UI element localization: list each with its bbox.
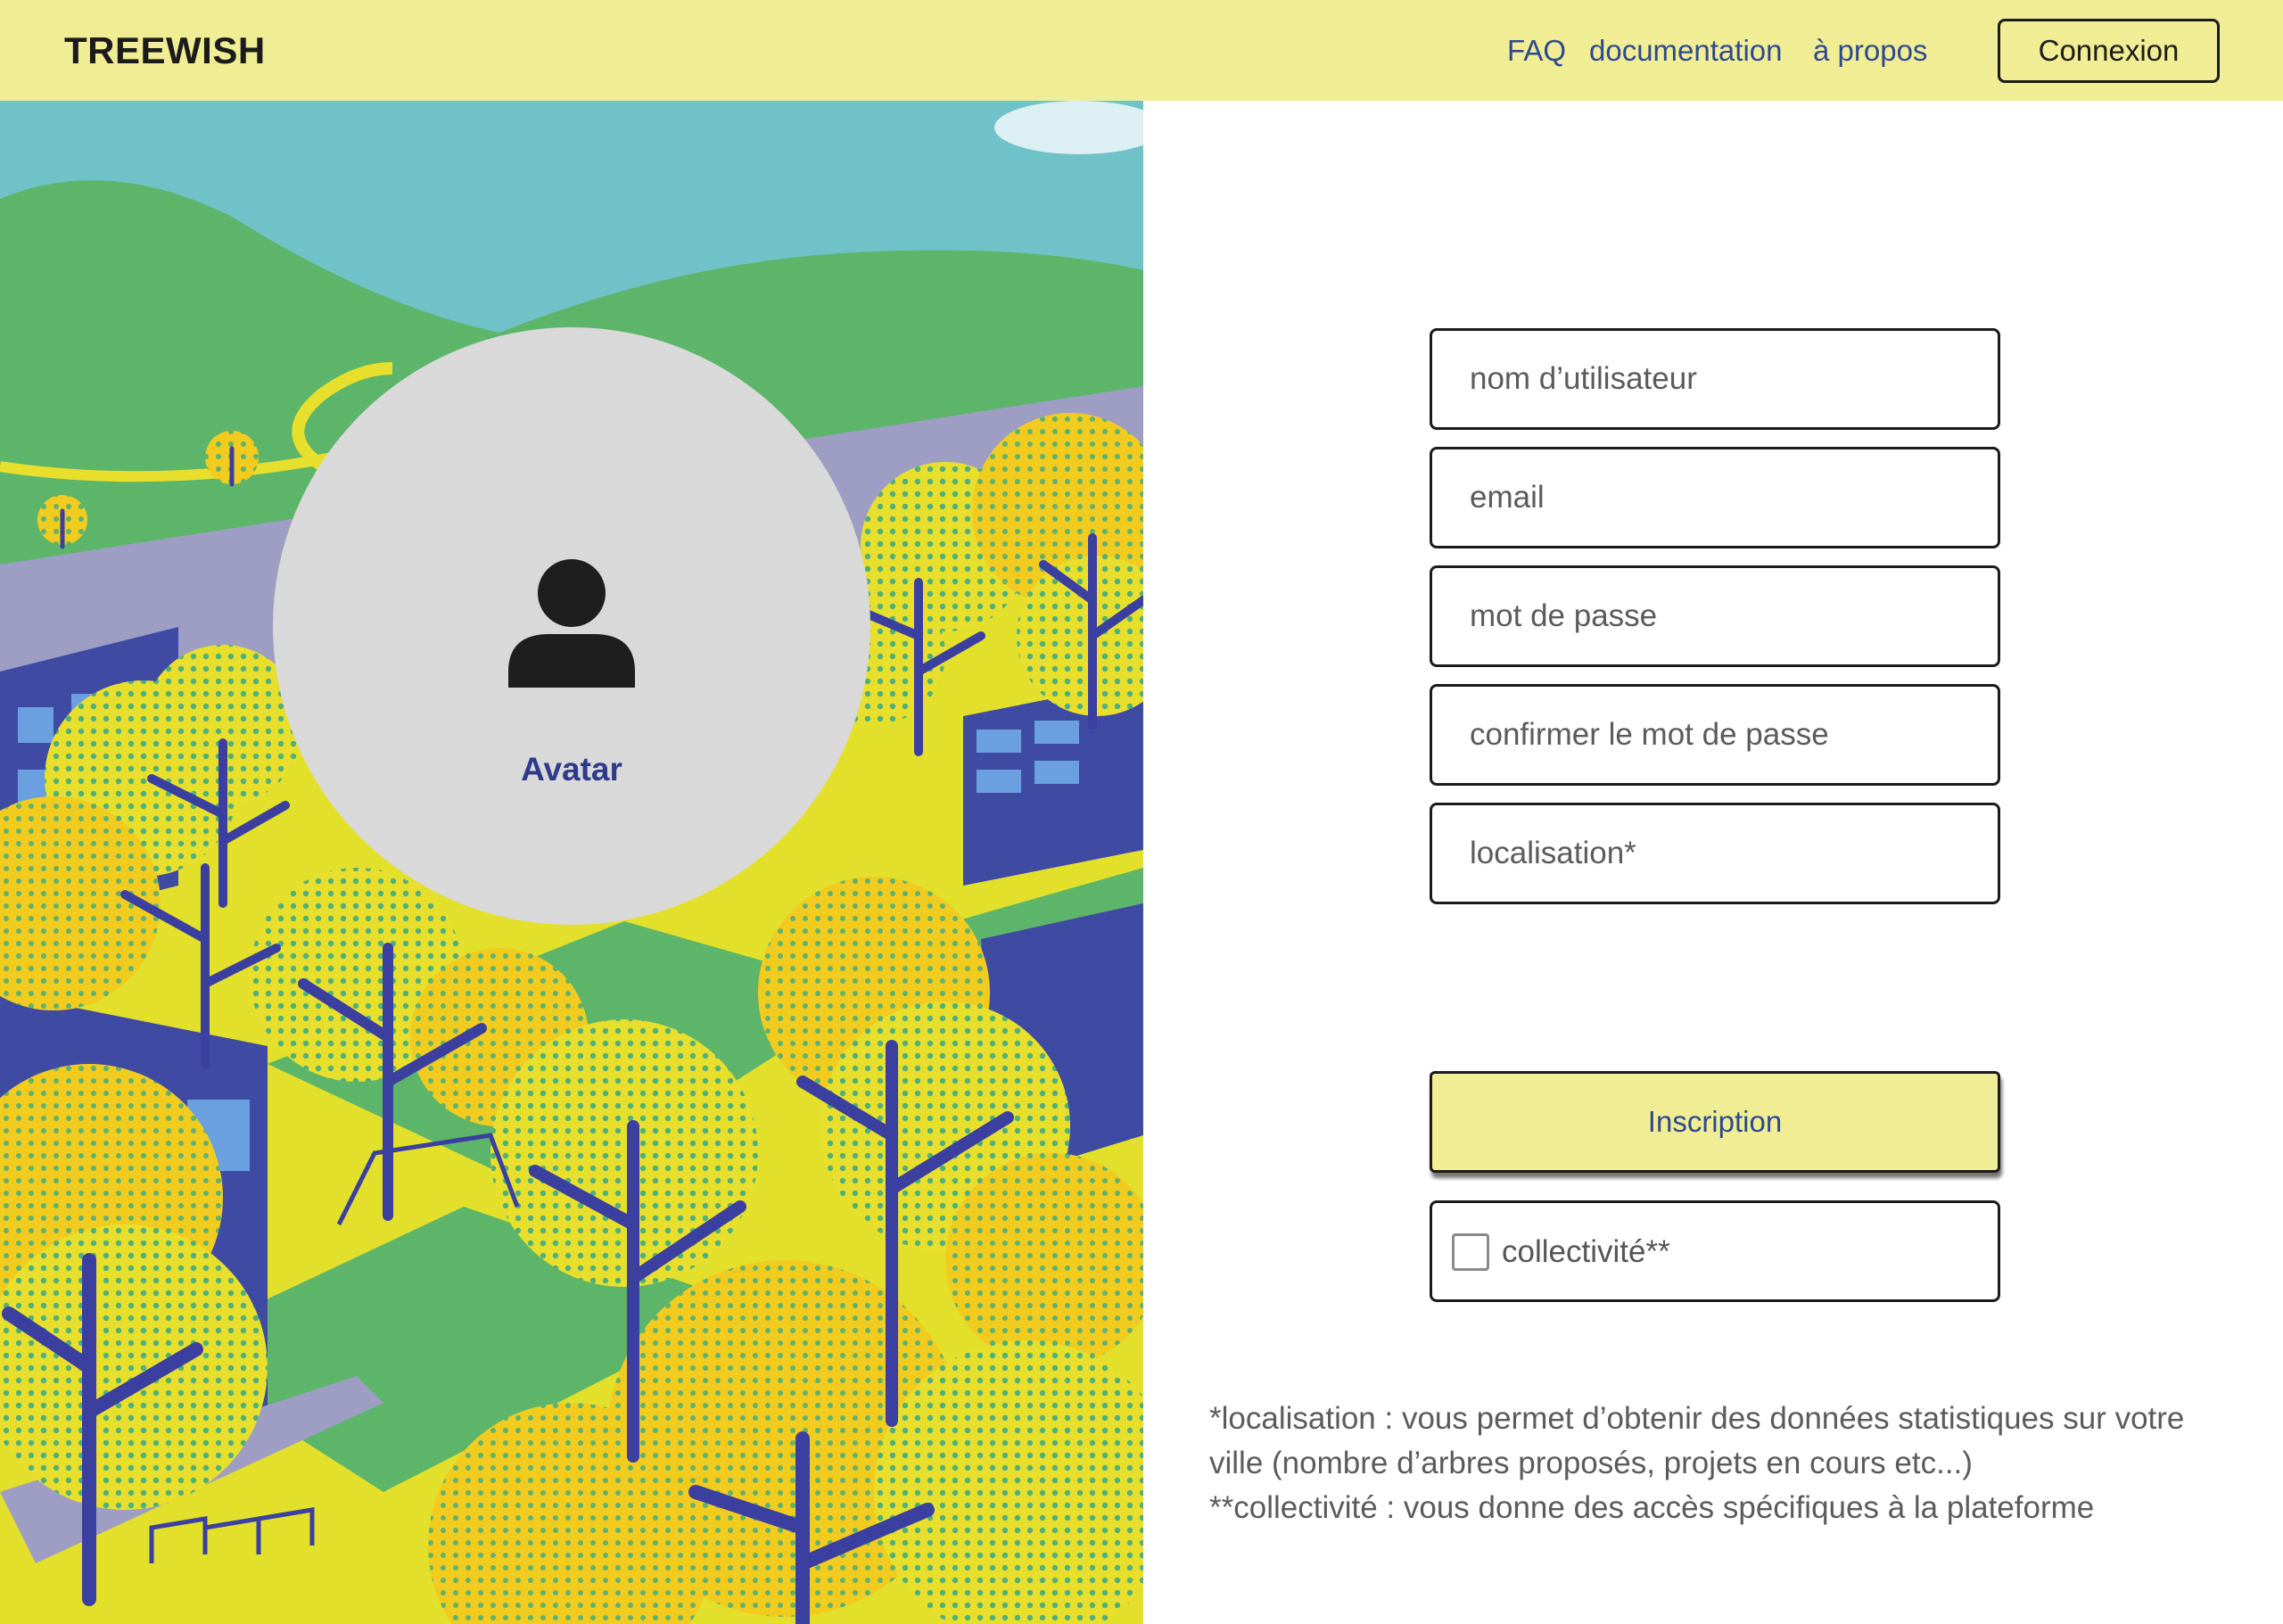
avatar-label: Avatar	[521, 751, 622, 787]
email-input[interactable]	[1432, 449, 1998, 546]
top-navbar: TREEWISH FAQ documentation à propos Conn…	[0, 0, 2283, 101]
collectivity-checkbox[interactable]	[1452, 1233, 1489, 1271]
register-button[interactable]: Inscription	[1430, 1071, 2000, 1173]
person-icon	[508, 559, 635, 688]
username-field-wrapper	[1430, 328, 2000, 430]
footnotes: *localisation : vous permet d’obtenir de…	[1209, 1397, 2253, 1530]
password-field-wrapper	[1430, 565, 2000, 667]
nav-link-faq[interactable]: FAQ	[1507, 34, 1566, 68]
collectivity-option[interactable]: collectivité**	[1430, 1200, 2000, 1302]
location-input[interactable]	[1432, 805, 1998, 902]
nav-link-documentation[interactable]: documentation	[1589, 34, 1782, 68]
avatar-upload[interactable]: Avatar	[273, 327, 870, 925]
email-field-wrapper	[1430, 447, 2000, 548]
location-field-wrapper	[1430, 803, 2000, 904]
password-input[interactable]	[1432, 568, 1998, 664]
username-input[interactable]	[1432, 331, 1998, 427]
nav-link-about[interactable]: à propos	[1813, 34, 1927, 68]
confirm-password-input[interactable]	[1432, 687, 1998, 783]
footnote-location-line-2: ville (nombre d’arbres proposés, projets…	[1209, 1446, 1973, 1480]
footnote-collectivity: **collectivité : vous donne des accès sp…	[1209, 1490, 2095, 1525]
confirm-password-field-wrapper	[1430, 684, 2000, 786]
login-button[interactable]: Connexion	[1998, 19, 2220, 83]
footnote-location-line-1: *localisation : vous permet d’obtenir de…	[1209, 1401, 2185, 1436]
collectivity-label[interactable]: collectivité**	[1502, 1234, 1670, 1270]
site-logo[interactable]: TREEWISH	[64, 29, 266, 72]
